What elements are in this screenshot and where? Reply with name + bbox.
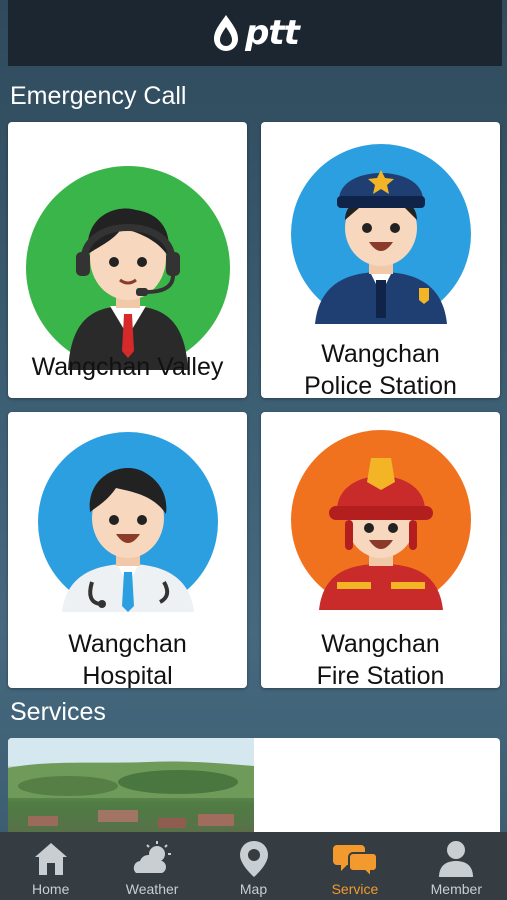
card-label: Wangchan Fire Station xyxy=(261,628,500,688)
tab-weather[interactable]: Weather xyxy=(101,832,202,900)
person-icon xyxy=(439,841,474,877)
tab-label: Home xyxy=(32,881,70,897)
home-icon xyxy=(34,843,67,875)
card-label-line-1: Wangchan xyxy=(68,630,187,658)
tab-label: Map xyxy=(239,881,268,897)
emergency-card-wangchan-valley[interactable]: Wangchan Valley xyxy=(8,122,247,398)
card-label-line-1: Wangchan xyxy=(321,630,440,658)
police-officer-avatar-icon xyxy=(290,144,471,324)
tab-label: Member xyxy=(430,881,482,897)
tab-label: Weather xyxy=(125,881,179,897)
firefighter-avatar-icon xyxy=(290,430,471,610)
card-label: Wangchan Police Station xyxy=(261,338,500,398)
card-label-line-1: Wangchan xyxy=(321,340,440,368)
call-center-operator-avatar-icon xyxy=(25,166,230,370)
tab-map[interactable]: Map xyxy=(203,832,304,900)
doctor-avatar-icon xyxy=(37,432,218,612)
tab-member[interactable]: Member xyxy=(406,832,507,900)
ptt-logo: ptt xyxy=(211,13,300,53)
emergency-card-fire-station[interactable]: Wangchan Fire Station xyxy=(261,412,500,688)
card-label-line-2: Police Station xyxy=(304,372,457,398)
card-label: Wangchan Valley xyxy=(31,353,224,381)
emergency-card-police-station[interactable]: Wangchan Police Station xyxy=(261,122,500,398)
ptt-flame-logo-icon xyxy=(214,15,239,51)
card-label-line-2: Fire Station xyxy=(316,662,445,688)
bottom-tab-bar: Home Weather Map Service Member xyxy=(0,832,507,900)
tab-home[interactable]: Home xyxy=(0,832,101,900)
card-label-line-2: Hospital xyxy=(82,662,173,688)
weather-icon xyxy=(133,841,172,873)
logo-text: ptt xyxy=(245,13,300,53)
emergency-card-hospital[interactable]: Wangchan Hospital xyxy=(8,412,247,688)
services-title: Services xyxy=(10,698,106,726)
app-header: ptt xyxy=(8,0,502,66)
card-label: Wangchan Hospital xyxy=(8,628,247,688)
chat-bubbles-icon xyxy=(332,845,377,879)
tab-service[interactable]: Service xyxy=(304,832,405,900)
emergency-call-title: Emergency Call xyxy=(10,82,187,110)
map-pin-icon xyxy=(239,841,268,877)
tab-label: Service xyxy=(331,881,379,897)
